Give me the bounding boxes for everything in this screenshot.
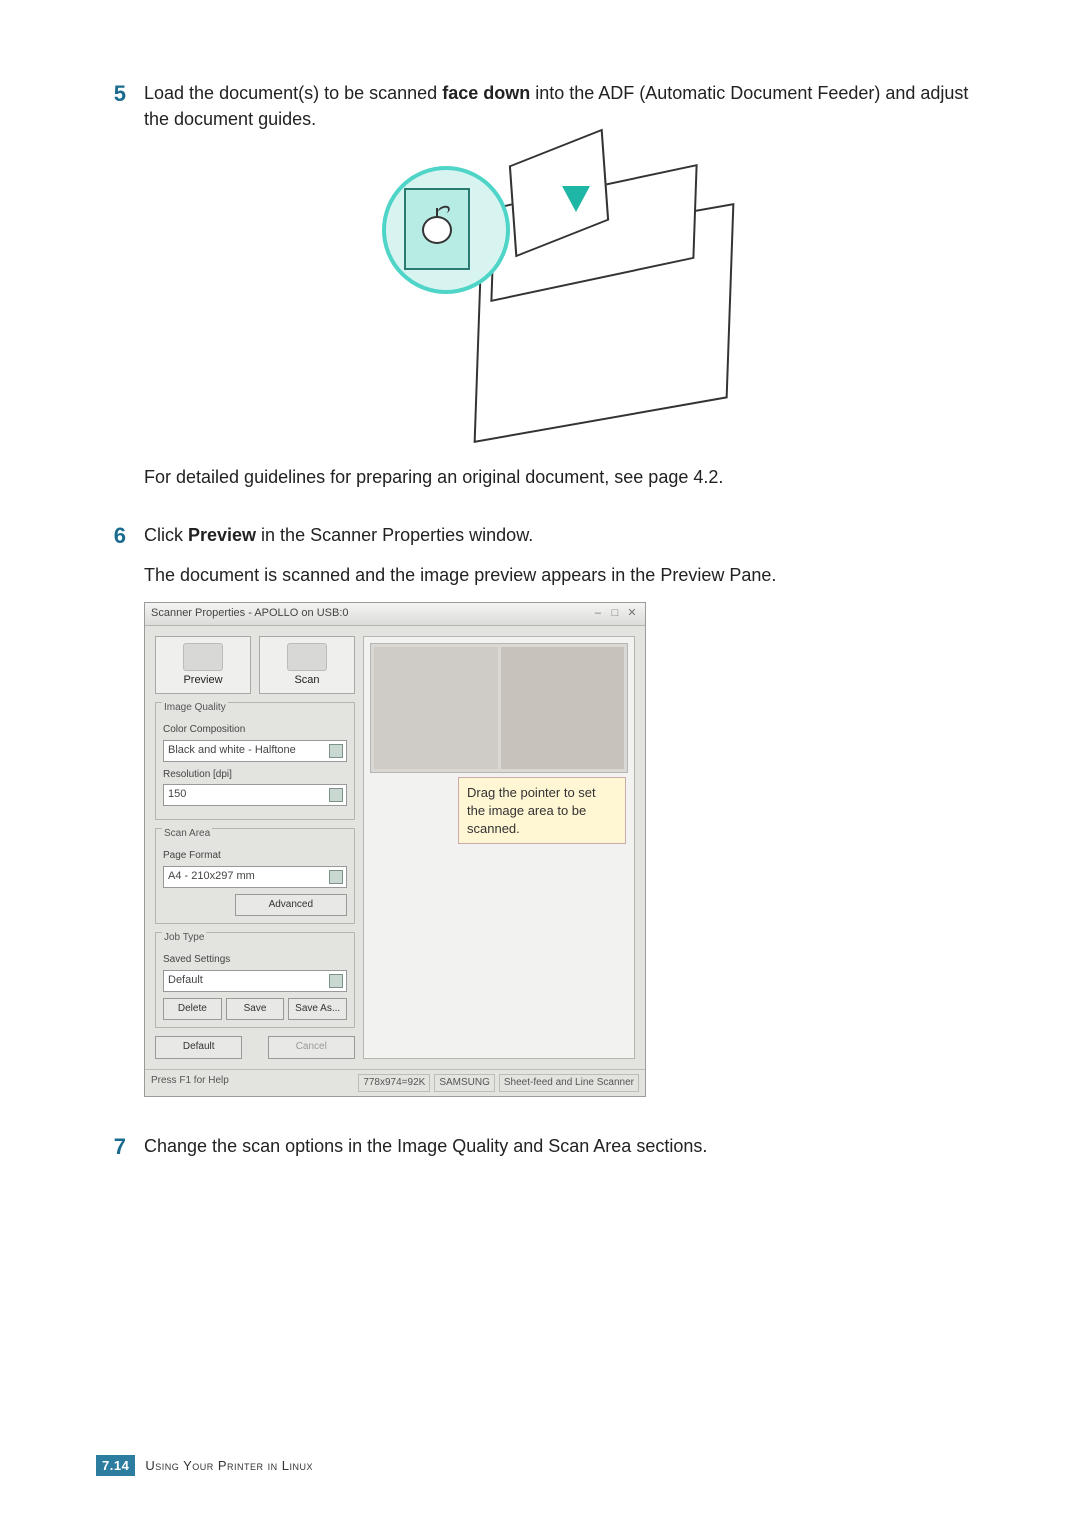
maximize-icon[interactable]: □ (608, 606, 622, 622)
step5-bold: face down (442, 83, 530, 103)
status-help: Press F1 for Help (151, 1074, 354, 1093)
scan-label: Scan (294, 674, 319, 686)
advanced-button[interactable]: Advanced (235, 894, 347, 917)
page-format-combo[interactable]: A4 - 210x297 mm (163, 866, 347, 888)
step5-text-2: For detailed guidelines for preparing an… (144, 464, 990, 490)
job-type-group: Job Type Saved Settings Default Delete S… (155, 932, 355, 1028)
step5-a: Load the document(s) to be scanned (144, 83, 442, 103)
resolution-combo[interactable]: 150 (163, 784, 347, 806)
save-button[interactable]: Save (226, 998, 285, 1021)
scan-area-group: Scan Area Page Format A4 - 210x297 mm Ad… (155, 828, 355, 924)
step-number-7: 7 (90, 1133, 144, 1173)
saved-settings-label: Saved Settings (163, 953, 347, 968)
image-quality-legend: Image Quality (162, 701, 228, 716)
step5-text-1: Load the document(s) to be scanned face … (144, 80, 990, 132)
callout-tooltip: Drag the pointer to set the image area t… (458, 777, 626, 844)
scanner-properties-window: Scanner Properties - APOLLO on USB:0 – □… (144, 602, 646, 1097)
preview-thumbnail (370, 643, 628, 773)
printer-illustration (382, 146, 752, 446)
page-format-label: Page Format (163, 849, 347, 864)
preview-icon (183, 643, 223, 671)
status-vendor: SAMSUNG (434, 1074, 495, 1093)
preview-button[interactable]: Preview (155, 636, 251, 694)
close-icon[interactable]: ✕ (625, 606, 639, 622)
minimize-icon[interactable]: – (591, 606, 605, 622)
preview-pane[interactable]: Drag the pointer to set the image area t… (363, 636, 635, 1058)
saved-settings-combo[interactable]: Default (163, 970, 347, 992)
zoom-bubble (382, 166, 510, 294)
delete-button[interactable]: Delete (163, 998, 222, 1021)
status-type: Sheet-feed and Line Scanner (499, 1074, 639, 1093)
default-button[interactable]: Default (155, 1036, 242, 1059)
step6-text-1: Click Preview in the Scanner Properties … (144, 522, 990, 548)
step-number-6: 6 (90, 522, 144, 1107)
window-title: Scanner Properties - APOLLO on USB:0 (151, 606, 349, 622)
footer-section-title: Using Your Printer in Linux (145, 1458, 313, 1473)
scan-area-legend: Scan Area (162, 827, 212, 842)
page-number: 7.14 (96, 1455, 135, 1476)
step6-a: Click (144, 525, 188, 545)
image-quality-group: Image Quality Color Composition Black an… (155, 702, 355, 820)
apple-icon (422, 216, 452, 244)
step6-b: in the Scanner Properties window. (256, 525, 533, 545)
save-as-button[interactable]: Save As... (288, 998, 347, 1021)
status-size: 778x974=92K (358, 1074, 430, 1093)
step6-text-2: The document is scanned and the image pr… (144, 562, 990, 588)
cancel-button[interactable]: Cancel (268, 1036, 355, 1059)
preview-label: Preview (183, 674, 222, 686)
step7-text: Change the scan options in the Image Qua… (144, 1133, 990, 1159)
scan-button[interactable]: Scan (259, 636, 355, 694)
step-number-5: 5 (90, 80, 144, 504)
job-type-legend: Job Type (162, 931, 206, 946)
scan-icon (287, 643, 327, 671)
resolution-label: Resolution [dpi] (163, 768, 347, 783)
color-comp-label: Color Composition (163, 723, 347, 738)
arrow-down-icon (562, 186, 590, 212)
color-comp-combo[interactable]: Black and white - Halftone (163, 740, 347, 762)
step6-bold: Preview (188, 525, 256, 545)
